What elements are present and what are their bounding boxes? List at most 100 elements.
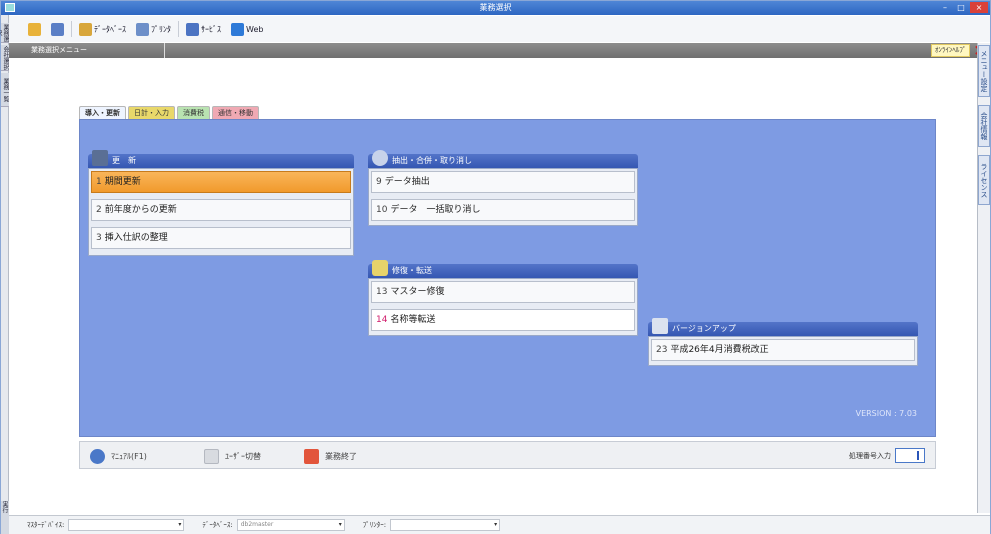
header-divider bbox=[164, 43, 165, 58]
tab-daily-input[interactable]: 日計・入力 bbox=[128, 106, 175, 119]
group-version-up-title-text: バージョンアップ bbox=[672, 324, 736, 333]
chevron-down-icon: ▾ bbox=[178, 521, 182, 528]
database-select[interactable]: db2master ▾ bbox=[236, 519, 345, 531]
toolbar: ﾃﾞｰﾀﾍﾞｰｽ ﾌﾟﾘﾝﾀ ｻｰﾋﾞｽ Web bbox=[9, 16, 990, 42]
printer-group: ﾌﾟﾘﾝﾀｰ: ▾ bbox=[362, 519, 501, 531]
toolbar-printer-button[interactable]: ﾌﾟﾘﾝﾀ bbox=[133, 19, 174, 39]
database-label: ﾃﾞｰﾀﾍﾞｰｽ: bbox=[202, 521, 233, 529]
group-extract-body: 9 データ抽出 10 データ 一括取り消し bbox=[368, 168, 638, 226]
right-rail-tab-2[interactable]: 会社情報 bbox=[978, 105, 990, 147]
tab-communication[interactable]: 通信・移動 bbox=[212, 106, 259, 119]
right-rail: メニュー設定 会社情報 ライセンス bbox=[977, 43, 990, 513]
item-number: 23 bbox=[656, 345, 668, 355]
menu-header-bar: 業務選択メニュー ｵﾝﾗｲﾝﾍﾙﾌﾟ × bbox=[9, 43, 990, 58]
chevron-down-icon: ▾ bbox=[494, 521, 498, 528]
window-title: 業務選択 bbox=[479, 3, 512, 12]
cloud-icon bbox=[372, 150, 388, 166]
group-update-title: 更 新 bbox=[88, 154, 354, 168]
menu-item-period-update[interactable]: 1 期間更新 bbox=[91, 171, 351, 193]
tree-icon bbox=[51, 22, 64, 36]
left-rail: 業務選択 会社選択 業務一覧 bbox=[0, 15, 9, 534]
manual-button[interactable]: ﾏﾆｭｱﾙ(F1) bbox=[90, 446, 147, 466]
toolbar-service-button[interactable]: ｻｰﾋﾞｽ bbox=[183, 19, 224, 39]
item-number: 13 bbox=[376, 287, 388, 297]
window-controls: – □ × bbox=[938, 2, 988, 13]
group-update-body: 1 期間更新 2 前年度からの更新 3 挿入仕訳の整理 bbox=[88, 168, 354, 256]
toolbar-separator bbox=[178, 21, 179, 37]
toolbar-web-button[interactable]: Web bbox=[228, 19, 266, 39]
menu-item-insert-journal-cleanup[interactable]: 3 挿入仕訳の整理 bbox=[91, 227, 351, 249]
item-number: 9 bbox=[376, 177, 382, 187]
version-label: VERSION : 7.03 bbox=[855, 409, 917, 418]
toolbar-database-label: ﾃﾞｰﾀﾍﾞｰｽ bbox=[94, 24, 126, 34]
item-label: 名称等転送 bbox=[390, 315, 436, 325]
group-extract-title: 抽出・合併・取り消し bbox=[368, 154, 638, 168]
left-rail-tab-2[interactable]: 会社選択 bbox=[1, 45, 9, 71]
item-label: データ 一括取り消し bbox=[390, 205, 481, 215]
tools-icon bbox=[372, 260, 388, 276]
group-repair-title: 修復・転送 bbox=[368, 264, 638, 278]
toolbar-tree-button[interactable] bbox=[48, 19, 67, 39]
left-rail-tab-3[interactable]: 業務一覧 bbox=[1, 73, 9, 107]
title-bar: 業務選択 – □ × bbox=[1, 1, 990, 15]
close-button[interactable]: × bbox=[970, 2, 988, 13]
item-label: マスター修復 bbox=[390, 287, 445, 297]
master-device-label: ﾏｽﾀｰﾃﾞﾊﾞｲｽ: bbox=[27, 521, 65, 529]
item-number: 3 bbox=[96, 233, 102, 243]
tab-setup-update[interactable]: 導入・更新 bbox=[79, 106, 126, 119]
app-window: 業務選択 – □ × 業務選択 会社選択 業務一覧 実行 ﾃﾞｰﾀﾍﾞｰｽ ﾌﾟ… bbox=[0, 0, 991, 534]
web-icon bbox=[231, 22, 244, 36]
group-version-up-title: バージョンアップ bbox=[648, 322, 918, 336]
toolbar-folder-button[interactable] bbox=[25, 19, 44, 39]
item-label: 期間更新 bbox=[104, 177, 141, 187]
left-rail-bottom-tab[interactable]: 実行 bbox=[1, 501, 9, 534]
tab-consumption-tax[interactable]: 消費税 bbox=[177, 106, 210, 119]
printer-label: ﾌﾟﾘﾝﾀｰ: bbox=[362, 521, 387, 529]
status-bar: ﾏｽﾀｰﾃﾞﾊﾞｲｽ: ▾ ﾃﾞｰﾀﾍﾞｰｽ: db2master ▾ ﾌﾟﾘﾝ… bbox=[9, 515, 990, 534]
chevron-down-icon: ▾ bbox=[338, 521, 342, 528]
database-icon bbox=[79, 22, 92, 36]
master-device-select[interactable]: ▾ bbox=[68, 519, 185, 531]
monitor-icon bbox=[186, 22, 199, 36]
text-cursor bbox=[917, 451, 919, 460]
toolbar-database-button[interactable]: ﾃﾞｰﾀﾍﾞｰｽ bbox=[76, 19, 129, 39]
menu-header-label: 業務選択メニュー bbox=[31, 46, 87, 54]
group-version-up-body: 23 平成26年4月消費税改正 bbox=[648, 336, 918, 366]
toolbar-printer-label: ﾌﾟﾘﾝﾀ bbox=[151, 24, 171, 34]
item-label: 平成26年4月消費税改正 bbox=[670, 345, 769, 355]
item-number: 2 bbox=[96, 205, 102, 215]
category-tabs: 導入・更新 日計・入力 消費税 通信・移動 bbox=[79, 106, 259, 119]
help-icon bbox=[90, 448, 105, 464]
menu-item-tax-revision[interactable]: 23 平成26年4月消費税改正 bbox=[651, 339, 915, 361]
menu-item-name-transfer[interactable]: 14 名称等転送 bbox=[371, 309, 635, 331]
power-icon bbox=[304, 448, 319, 464]
menu-item-master-repair[interactable]: 13 マスター修復 bbox=[371, 281, 635, 303]
exit-label: 業務終了 bbox=[325, 451, 357, 461]
right-rail-tab-3[interactable]: ライセンス bbox=[978, 155, 990, 205]
group-update-title-text: 更 新 bbox=[112, 156, 136, 165]
footer-actions: ﾏﾆｭｱﾙ(F1) ﾕｰｻﾞｰ切替 業務終了 処理番号入力 bbox=[79, 441, 936, 469]
menu-item-data-extract[interactable]: 9 データ抽出 bbox=[371, 171, 635, 193]
item-label: 前年度からの更新 bbox=[104, 205, 177, 215]
minimize-button[interactable]: – bbox=[938, 2, 952, 13]
exit-button[interactable]: 業務終了 bbox=[304, 446, 357, 466]
printer-select[interactable]: ▾ bbox=[390, 519, 501, 531]
menu-panel: 更 新 1 期間更新 2 前年度からの更新 3 挿入仕訳の整理 抽出・合併・取り消し bbox=[79, 119, 936, 437]
menu-item-prior-year-update[interactable]: 2 前年度からの更新 bbox=[91, 199, 351, 221]
database-group: ﾃﾞｰﾀﾍﾞｰｽ: db2master ▾ bbox=[202, 519, 345, 531]
number-input[interactable] bbox=[895, 448, 925, 463]
user-switch-button[interactable]: ﾕｰｻﾞｰ切替 bbox=[204, 446, 261, 466]
right-rail-tab-1[interactable]: メニュー設定 bbox=[978, 45, 990, 97]
online-help-button[interactable]: ｵﾝﾗｲﾝﾍﾙﾌﾟ bbox=[930, 44, 971, 57]
folder-icon bbox=[28, 22, 41, 36]
database-value: db2master bbox=[240, 521, 274, 528]
group-repair-title-text: 修復・転送 bbox=[392, 266, 432, 275]
user-switch-label: ﾕｰｻﾞｰ切替 bbox=[225, 451, 261, 461]
item-number: 1 bbox=[96, 177, 102, 187]
toolbar-web-label: Web bbox=[246, 24, 264, 34]
item-number: 14 bbox=[376, 315, 388, 325]
toolbar-service-label: ｻｰﾋﾞｽ bbox=[201, 24, 221, 34]
maximize-button[interactable]: □ bbox=[954, 2, 968, 13]
left-rail-tab-1[interactable]: 業務選択 bbox=[0, 23, 9, 43]
menu-item-data-bulk-cancel[interactable]: 10 データ 一括取り消し bbox=[371, 199, 635, 221]
